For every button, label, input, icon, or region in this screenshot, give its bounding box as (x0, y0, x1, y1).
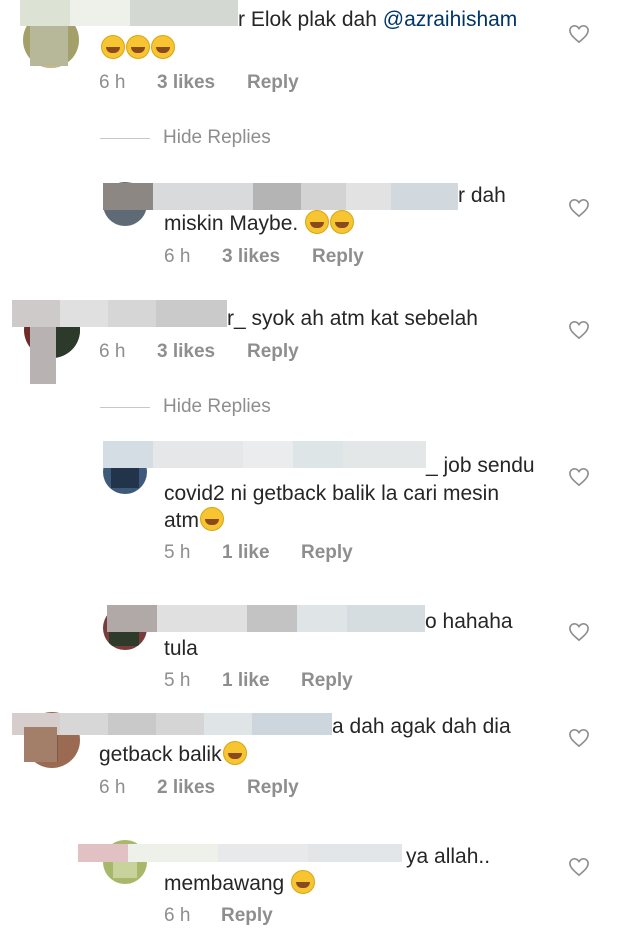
likes-count[interactable]: 3 likes (157, 72, 215, 94)
timestamp: 6 h (99, 777, 126, 798)
comment-text: o hahaha (425, 610, 513, 633)
blurred-avatar-overlay (30, 26, 68, 66)
blurred-username (103, 183, 458, 210)
reply-button[interactable]: Reply (301, 542, 353, 564)
comment-text: a dah agak dah dia (332, 715, 511, 738)
divider-line (100, 407, 150, 408)
blurred-username (12, 713, 332, 735)
blurred-username (78, 844, 402, 862)
blurred-username (12, 300, 227, 327)
comment-text-line-2: membawang (164, 870, 316, 897)
heart-icon[interactable] (568, 857, 590, 877)
blurred-username (107, 605, 425, 632)
comment-text: ya allah.. (406, 845, 491, 868)
likes-count[interactable]: 2 likes (157, 777, 215, 799)
comment-text-line-3: atm (164, 507, 225, 534)
reply-button[interactable]: Reply (312, 246, 364, 268)
laughing-emoji-icon (291, 870, 316, 894)
likes-count[interactable]: 3 likes (222, 246, 280, 268)
heart-icon[interactable] (568, 320, 590, 340)
comment-text-line-2: getback balik (99, 741, 247, 768)
comment-meta: 5 h 1 like Reply (164, 542, 464, 566)
comment-text: r dah (458, 184, 506, 207)
laughing-emoji-icon (305, 210, 330, 234)
heart-icon[interactable] (568, 728, 590, 748)
hide-replies-toggle[interactable]: Hide Replies (100, 396, 300, 420)
divider-line (100, 138, 150, 139)
hide-replies-toggle[interactable]: Hide Replies (100, 127, 300, 151)
laughing-emoji-icon (151, 35, 175, 59)
timestamp: 5 h (164, 670, 191, 691)
reply-button[interactable]: Reply (247, 777, 299, 799)
heart-icon[interactable] (568, 467, 590, 487)
comment-text: _ job sendu (426, 454, 535, 477)
hide-replies-label: Hide Replies (163, 396, 271, 417)
laughing-emoji-icon (330, 210, 355, 234)
timestamp: 6 h (99, 72, 126, 93)
reply-button[interactable]: Reply (247, 341, 299, 363)
blurred-avatar-overlay (30, 327, 56, 384)
likes-count[interactable]: 1 like (222, 542, 270, 564)
comment-meta: 6 h 2 likes Reply (99, 777, 399, 801)
comment-meta: 6 h 3 likes Reply (164, 246, 464, 270)
laughing-emoji-icon (101, 35, 125, 59)
blurred-username (103, 441, 426, 468)
laughing-emoji-icon (222, 741, 247, 765)
hide-replies-label: Hide Replies (163, 127, 271, 148)
laughing-emoji-icon (126, 35, 150, 59)
emoji-row (100, 35, 175, 62)
timestamp: 5 h (164, 542, 191, 563)
comment-meta: 6 h 3 likes Reply (99, 72, 399, 96)
timestamp: 6 h (164, 246, 191, 267)
timestamp: 6 h (99, 341, 126, 362)
comment-text-line-2: miskin Maybe. (164, 210, 355, 237)
blurred-avatar-overlay (24, 727, 57, 762)
likes-count[interactable]: 1 like (222, 670, 270, 692)
comment-text-line-2: covid2 ni getback balik la cari mesin (164, 482, 499, 505)
reply-button[interactable]: Reply (221, 905, 273, 927)
blurred-username (20, 0, 238, 26)
comment-meta: 5 h 1 like Reply (164, 670, 464, 694)
heart-icon[interactable] (568, 198, 590, 218)
comment-meta: 6 h Reply (164, 905, 464, 929)
laughing-emoji-icon (200, 507, 225, 531)
heart-icon[interactable] (568, 622, 590, 642)
reply-button[interactable]: Reply (247, 72, 299, 94)
heart-icon[interactable] (568, 24, 590, 44)
comment-text: r Elok plak dah @azraihisham (238, 8, 518, 31)
reply-button[interactable]: Reply (301, 670, 353, 692)
timestamp: 6 h (164, 905, 191, 926)
comment-text: r_ syok ah atm kat sebelah (227, 307, 478, 330)
likes-count[interactable]: 3 likes (157, 341, 215, 363)
mention-link[interactable]: @azraihisham (383, 8, 518, 31)
comment-text-line-2: tula (164, 637, 198, 660)
comment-meta: 6 h 3 likes Reply (99, 341, 399, 365)
